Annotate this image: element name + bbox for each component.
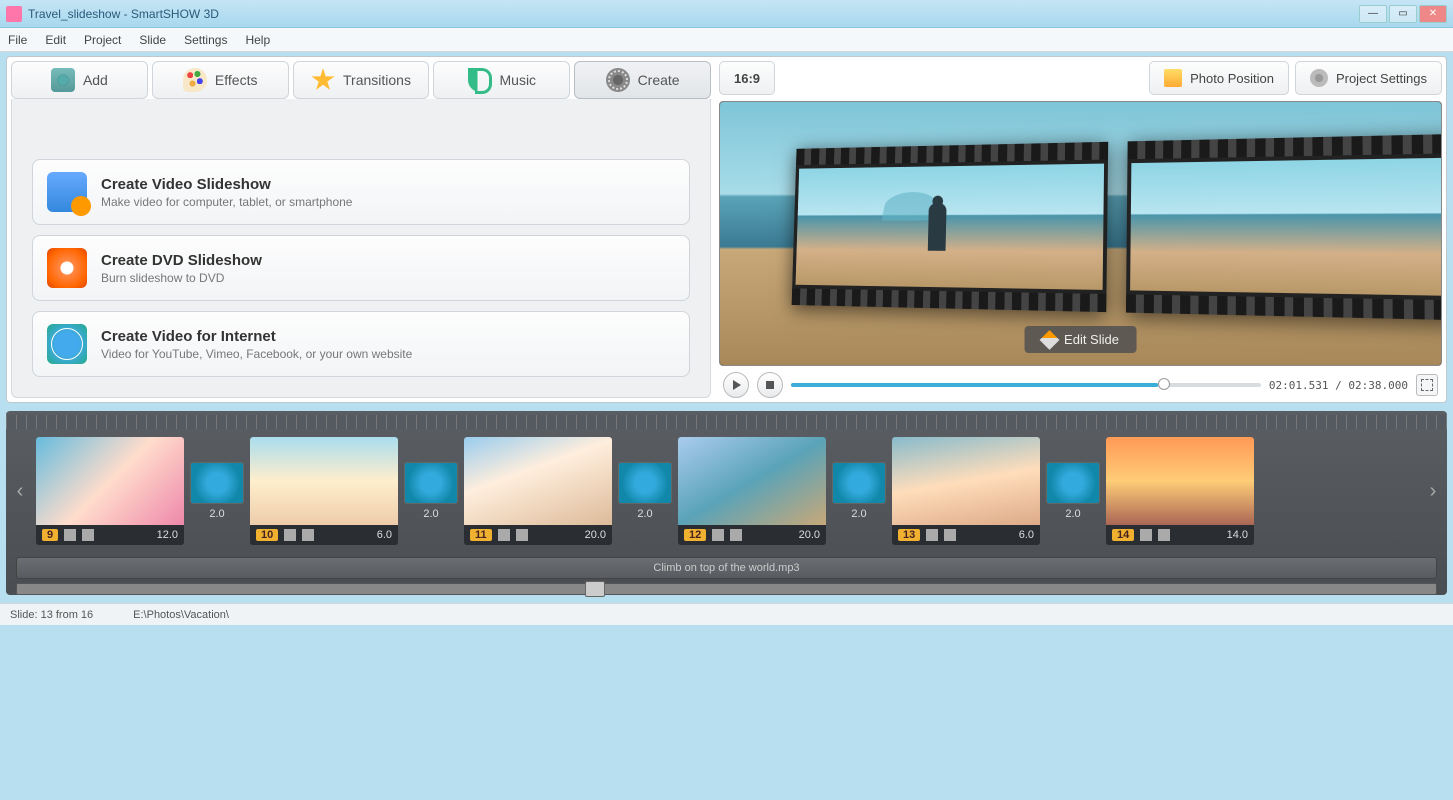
create-video-internet-button[interactable]: Create Video for InternetVideo for YouTu… xyxy=(32,311,690,377)
palette-icon xyxy=(183,68,207,92)
transition-icon xyxy=(1046,462,1100,504)
stop-button[interactable] xyxy=(757,372,783,398)
edit-icon xyxy=(64,529,76,541)
transition-13-14[interactable]: 2.0 xyxy=(1046,462,1100,520)
play-icon xyxy=(733,380,741,390)
sound-icon xyxy=(302,529,314,541)
menu-edit[interactable]: Edit xyxy=(45,33,66,47)
tab-add[interactable]: Add xyxy=(11,61,148,99)
timeline-zoom-scrollbar[interactable] xyxy=(16,583,1437,595)
minimize-button[interactable]: — xyxy=(1359,5,1387,23)
menu-project[interactable]: Project xyxy=(84,33,121,47)
aspect-ratio-button[interactable]: 16:9 xyxy=(719,61,775,95)
status-path: E:\Photos\Vacation\ xyxy=(133,609,229,621)
seek-bar[interactable] xyxy=(791,383,1261,387)
transition-9-10[interactable]: 2.0 xyxy=(190,462,244,520)
window-title: Travel_slideshow - SmartSHOW 3D xyxy=(28,7,1357,21)
tab-effects[interactable]: Effects xyxy=(152,61,289,99)
music-note-icon xyxy=(468,68,492,92)
transition-icon xyxy=(618,462,672,504)
timeline-scroll-left[interactable]: ‹ xyxy=(10,480,30,503)
main-tabs: Add Effects Transitions Music Create xyxy=(11,61,711,99)
pencil-icon xyxy=(1039,330,1059,350)
transition-icon xyxy=(404,462,458,504)
transition-12-13[interactable]: 2.0 xyxy=(832,462,886,520)
star-icon xyxy=(311,68,335,92)
edit-icon xyxy=(712,529,724,541)
project-settings-button[interactable]: Project Settings xyxy=(1295,61,1442,95)
edit-icon xyxy=(1140,529,1152,541)
dvd-icon xyxy=(47,248,87,288)
timeline-slide-10[interactable]: 106.0 xyxy=(250,437,398,545)
sound-icon xyxy=(516,529,528,541)
menu-help[interactable]: Help xyxy=(245,33,270,47)
edit-icon xyxy=(284,529,296,541)
status-slide-count: Slide: 13 from 16 xyxy=(10,609,93,621)
edit-icon xyxy=(498,529,510,541)
sound-icon xyxy=(944,529,956,541)
transition-icon xyxy=(190,462,244,504)
menu-slide[interactable]: Slide xyxy=(139,33,166,47)
seek-thumb[interactable] xyxy=(1158,378,1170,390)
titlebar: Travel_slideshow - SmartSHOW 3D — ▭ ✕ xyxy=(0,0,1453,28)
close-button[interactable]: ✕ xyxy=(1419,5,1447,23)
fullscreen-button[interactable] xyxy=(1416,374,1438,396)
menu-settings[interactable]: Settings xyxy=(184,33,227,47)
zoom-thumb[interactable] xyxy=(585,581,605,597)
transition-11-12[interactable]: 2.0 xyxy=(618,462,672,520)
menu-file[interactable]: File xyxy=(8,33,27,47)
time-display: 02:01.531 / 02:38.000 xyxy=(1269,379,1408,392)
preview-area: Edit Slide xyxy=(719,101,1442,366)
sound-icon xyxy=(730,529,742,541)
transition-10-11[interactable]: 2.0 xyxy=(404,462,458,520)
globe-icon xyxy=(47,324,87,364)
camera-icon xyxy=(51,68,75,92)
playback-controls: 02:01.531 / 02:38.000 xyxy=(719,366,1442,398)
transition-icon xyxy=(832,462,886,504)
audio-track[interactable]: Climb on top of the world.mp3 xyxy=(16,557,1437,579)
maximize-button[interactable]: ▭ xyxy=(1389,5,1417,23)
tab-transitions[interactable]: Transitions xyxy=(293,61,430,99)
edit-slide-button[interactable]: Edit Slide xyxy=(1024,326,1137,353)
statusbar: Slide: 13 from 16 E:\Photos\Vacation\ xyxy=(0,603,1453,625)
sound-icon xyxy=(82,529,94,541)
app-icon xyxy=(6,6,22,22)
play-button[interactable] xyxy=(723,372,749,398)
create-panel: Create Video SlideshowMake video for com… xyxy=(11,99,711,398)
timeline-slide-14[interactable]: 1414.0 xyxy=(1106,437,1254,545)
photo-position-button[interactable]: Photo Position xyxy=(1149,61,1289,95)
timeline-slide-13[interactable]: 136.0 xyxy=(892,437,1040,545)
timeline-slide-9[interactable]: 912.0 xyxy=(36,437,184,545)
timeline-slide-11[interactable]: 1120.0 xyxy=(464,437,612,545)
film-reel-icon xyxy=(606,68,630,92)
sound-icon xyxy=(1158,529,1170,541)
menubar: File Edit Project Slide Settings Help xyxy=(0,28,1453,52)
create-dvd-slideshow-button[interactable]: Create DVD SlideshowBurn slideshow to DV… xyxy=(32,235,690,301)
photo-icon xyxy=(1164,69,1182,87)
gear-icon xyxy=(1310,69,1328,87)
stop-icon xyxy=(766,381,774,389)
timeline: ‹ 912.0 2.0 106.0 2.0 1120.0 2.0 xyxy=(6,411,1447,595)
timeline-slide-12[interactable]: 1220.0 xyxy=(678,437,826,545)
edit-icon xyxy=(926,529,938,541)
timeline-ruler[interactable] xyxy=(6,415,1447,429)
video-icon xyxy=(47,172,87,212)
tab-music[interactable]: Music xyxy=(433,61,570,99)
create-video-slideshow-button[interactable]: Create Video SlideshowMake video for com… xyxy=(32,159,690,225)
tab-create[interactable]: Create xyxy=(574,61,711,99)
timeline-scroll-right[interactable]: › xyxy=(1423,480,1443,503)
